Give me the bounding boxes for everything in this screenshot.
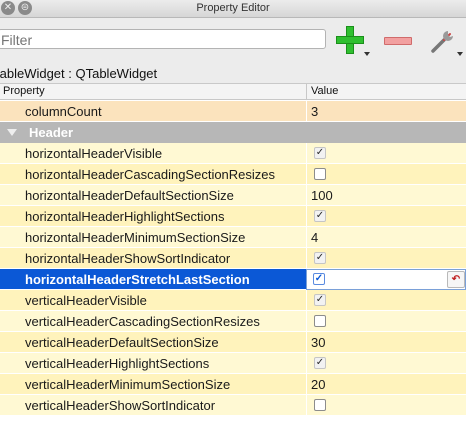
table-header: Property Value — [0, 84, 466, 100]
column-header-property[interactable]: Property — [3, 85, 45, 97]
value-editor[interactable]: ✓ ↶ — [306, 269, 466, 290]
property-value[interactable]: 20 — [311, 377, 325, 392]
title-bar: ✕ ⊜ Property Editor — [0, 0, 466, 18]
filter-input[interactable] — [0, 29, 326, 49]
value-checkbox[interactable] — [314, 168, 326, 180]
property-row[interactable]: horizontalHeaderVisible ✓ — [0, 143, 466, 164]
property-table[interactable]: Property Value columnCount 3 Header hori… — [0, 84, 466, 422]
toolbar — [0, 18, 466, 64]
value-checkbox[interactable]: ✓ — [314, 210, 326, 222]
property-row[interactable]: verticalHeaderDefaultSectionSize 30 — [0, 332, 466, 353]
property-name: columnCount — [25, 104, 102, 119]
property-value[interactable]: 4 — [311, 230, 318, 245]
property-row[interactable]: horizontalHeaderCascadingSectionResizes — [0, 164, 466, 185]
property-row-selected[interactable]: horizontalHeaderStretchLastSection ✓ ↶ — [0, 269, 466, 290]
object-path: tableWidget : QTableWidget — [0, 66, 158, 81]
plus-icon — [336, 26, 364, 54]
property-name: horizontalHeaderCascadingSectionResizes — [25, 167, 276, 182]
wrench-icon — [431, 31, 453, 53]
property-name: horizontalHeaderShowSortIndicator — [25, 251, 231, 266]
property-row[interactable]: horizontalHeaderShowSortIndicator ✓ — [0, 248, 466, 269]
reset-icon[interactable]: ↶ — [447, 271, 465, 288]
property-row[interactable]: verticalHeaderVisible ✓ — [0, 290, 466, 311]
value-checkbox[interactable]: ✓ — [313, 273, 325, 285]
property-row[interactable]: horizontalHeaderHighlightSections ✓ — [0, 206, 466, 227]
property-group-header[interactable]: Header — [0, 122, 466, 143]
value-checkbox[interactable]: ✓ — [314, 252, 326, 264]
property-row[interactable]: verticalHeaderHighlightSections ✓ — [0, 353, 466, 374]
remove-property-button[interactable] — [384, 37, 412, 45]
property-name: verticalHeaderDefaultSectionSize — [25, 335, 219, 350]
property-name: horizontalHeaderMinimumSectionSize — [25, 230, 246, 245]
dropdown-arrow-icon — [457, 52, 463, 56]
value-checkbox[interactable]: ✓ — [314, 147, 326, 159]
window-title: Property Editor — [196, 2, 270, 14]
property-row[interactable]: verticalHeaderShowSortIndicator — [0, 395, 466, 416]
expand-triangle-icon[interactable] — [7, 129, 17, 136]
property-name: horizontalHeaderStretchLastSection — [25, 272, 250, 287]
value-checkbox[interactable]: ✓ — [314, 294, 326, 306]
property-name: horizontalHeaderHighlightSections — [25, 209, 225, 224]
property-row[interactable]: columnCount 3 — [0, 101, 466, 122]
value-checkbox[interactable] — [314, 315, 326, 327]
property-name: verticalHeaderShowSortIndicator — [25, 398, 216, 413]
property-name: verticalHeaderMinimumSectionSize — [25, 377, 231, 392]
property-name: horizontalHeaderDefaultSectionSize — [25, 188, 234, 203]
dropdown-arrow-icon — [364, 52, 370, 56]
column-header-value[interactable]: Value — [311, 85, 338, 97]
property-row[interactable]: verticalHeaderCascadingSectionResizes — [0, 311, 466, 332]
property-row[interactable]: horizontalHeaderMinimumSectionSize 4 — [0, 227, 466, 248]
property-name: verticalHeaderCascadingSectionResizes — [25, 314, 260, 329]
property-row[interactable]: verticalHeaderMinimumSectionSize 20 — [0, 374, 466, 395]
object-path-bar: tableWidget : QTableWidget — [0, 64, 466, 84]
property-value[interactable]: 100 — [311, 188, 333, 203]
property-name: verticalHeaderVisible — [25, 293, 147, 308]
value-checkbox[interactable] — [314, 399, 326, 411]
value-checkbox[interactable]: ✓ — [314, 357, 326, 369]
property-value[interactable]: 3 — [311, 104, 318, 119]
property-value[interactable]: 30 — [311, 335, 325, 350]
property-name: verticalHeaderHighlightSections — [25, 356, 210, 371]
property-row[interactable]: horizontalHeaderDefaultSectionSize 100 — [0, 185, 466, 206]
property-name: horizontalHeaderVisible — [25, 146, 163, 161]
group-name: Header — [29, 125, 74, 140]
